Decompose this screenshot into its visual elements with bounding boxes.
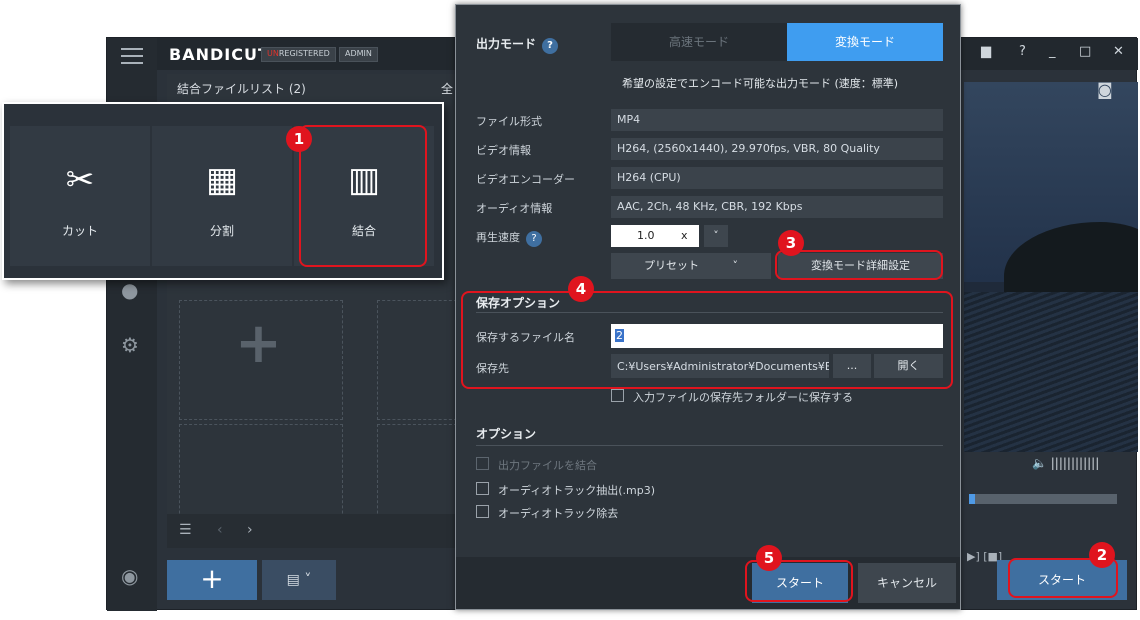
menu-icon[interactable] <box>121 48 143 69</box>
grid-film-icon: ▦ <box>205 160 239 200</box>
merge-output-checkbox[interactable] <box>476 457 489 470</box>
add-file-button[interactable]: + <box>167 560 257 600</box>
chevron-down-icon: ˅ <box>732 259 739 272</box>
video-encoder-field: H264 (CPU) <box>611 167 943 189</box>
next-icon[interactable]: › <box>247 522 253 538</box>
step-badge-5: 5 <box>756 545 782 571</box>
gear-icon[interactable]: ⚙ <box>121 333 139 357</box>
convert-mode-tab[interactable]: 変換モード <box>787 23 943 61</box>
camera-icon[interactable]: ◙ <box>1097 80 1113 99</box>
prev-icon[interactable]: ‹ <box>217 522 223 538</box>
step-badge-4: 4 <box>568 276 594 302</box>
highlight-join <box>299 125 427 267</box>
merge-output-label: 出力ファイルを結合 <box>498 459 597 472</box>
mode-split-label: 分割 <box>209 224 234 238</box>
speed-heading: 再生速度? <box>476 229 542 247</box>
help-icon[interactable]: ? <box>542 38 559 54</box>
unregistered-rest: REGISTERED <box>278 49 330 58</box>
speed-dropdown-icon[interactable]: ˅ <box>704 225 728 247</box>
close-icon[interactable]: ✕ <box>1113 44 1124 59</box>
preset-label: プリセット <box>644 259 699 272</box>
audio-info-field: AAC, 2Ch, 48 KHz, CBR, 192 Kbps <box>611 196 943 218</box>
preset-dropdown[interactable]: プリセット ˅ <box>611 253 771 279</box>
maximize-icon[interactable]: □ <box>1079 44 1091 59</box>
app-logo: BANDICUT <box>169 45 270 64</box>
highlight-save-options <box>461 291 953 389</box>
speed-unit: x <box>681 229 688 242</box>
unregistered-prefix: UN <box>267 49 279 58</box>
plus-icon: + <box>235 311 282 376</box>
video-preview <box>964 82 1138 452</box>
speed-value: 1.0 <box>637 229 655 242</box>
add-file-slot[interactable]: + <box>179 300 343 420</box>
timeline-slider[interactable] <box>969 494 1117 504</box>
fast-mode-tab[interactable]: 高速モード <box>611 23 787 61</box>
dialog-cancel-button[interactable]: キャンセル <box>858 563 956 603</box>
extract-audio-label: オーディオトラック抽出(.mp3) <box>498 484 656 497</box>
list-delete-icon[interactable]: ☰ <box>179 522 192 538</box>
help-icon[interactable]: ? <box>526 231 542 247</box>
admin-badge: ADMIN <box>339 47 378 62</box>
list-title-suffix: 全 <box>441 82 454 96</box>
help-icon[interactable]: ? <box>1019 44 1026 59</box>
list-title: 結合ファイルリスト (2) <box>177 82 306 96</box>
extract-audio-checkbox[interactable] <box>476 482 489 495</box>
volume-icon[interactable]: 🔈 |||||||||||| <box>1032 456 1099 470</box>
step-badge-1: 1 <box>286 126 312 152</box>
output-mode-heading: 出力モード? <box>476 35 559 54</box>
preview-field <box>964 292 1138 452</box>
record-icon[interactable]: ◉ <box>121 564 138 588</box>
empty-slot <box>377 300 457 420</box>
speed-label: 再生速度 <box>476 231 520 244</box>
highlight-advanced <box>775 250 943 280</box>
audio-info-label: オーディオ情報 <box>476 202 553 215</box>
lock-icon[interactable]: ● <box>121 278 138 302</box>
format-label: ファイル形式 <box>476 115 542 128</box>
video-encoder-label: ビデオエンコーダー <box>476 173 575 186</box>
video-info-label: ビデオ情報 <box>476 144 531 157</box>
timeline-knob[interactable] <box>969 494 975 504</box>
save-to-input-folder-checkbox[interactable] <box>611 389 624 402</box>
options-title: オプション <box>476 427 537 441</box>
remove-audio-label: オーディオトラック除去 <box>498 507 619 520</box>
mode-description: 希望の設定でエンコード可能な出力モード (速度：標準) <box>622 77 899 90</box>
mode-split-button[interactable]: ▦ 分割 <box>152 126 292 266</box>
step-badge-2: 2 <box>1089 542 1115 568</box>
film-options-button[interactable]: ▤ ˅ <box>262 560 336 600</box>
divider <box>476 445 943 446</box>
step-badge-3: 3 <box>778 230 804 256</box>
unregistered-badge: UNREGISTERED <box>261 47 336 62</box>
format-field: MP4 <box>611 109 943 131</box>
remove-audio-checkbox[interactable] <box>476 505 489 518</box>
list-footer: ☰ ‹ › <box>167 514 457 548</box>
video-info-field: H264, (2560x1440), 29.970fps, VBR, 80 Qu… <box>611 138 943 160</box>
folder-icon[interactable]: ▆ <box>981 44 991 59</box>
mode-cut-label: カット <box>61 224 98 238</box>
scissors-film-icon: ✂ <box>65 160 95 200</box>
save-to-input-folder-label: 入力ファイルの保存先フォルダーに保存する <box>633 391 853 404</box>
minimize-icon[interactable]: _ <box>1049 44 1056 59</box>
output-mode-label: 出力モード <box>476 37 537 51</box>
speed-input[interactable]: 1.0 x <box>611 225 699 247</box>
mode-cut-button[interactable]: ✂ カット <box>10 126 150 266</box>
